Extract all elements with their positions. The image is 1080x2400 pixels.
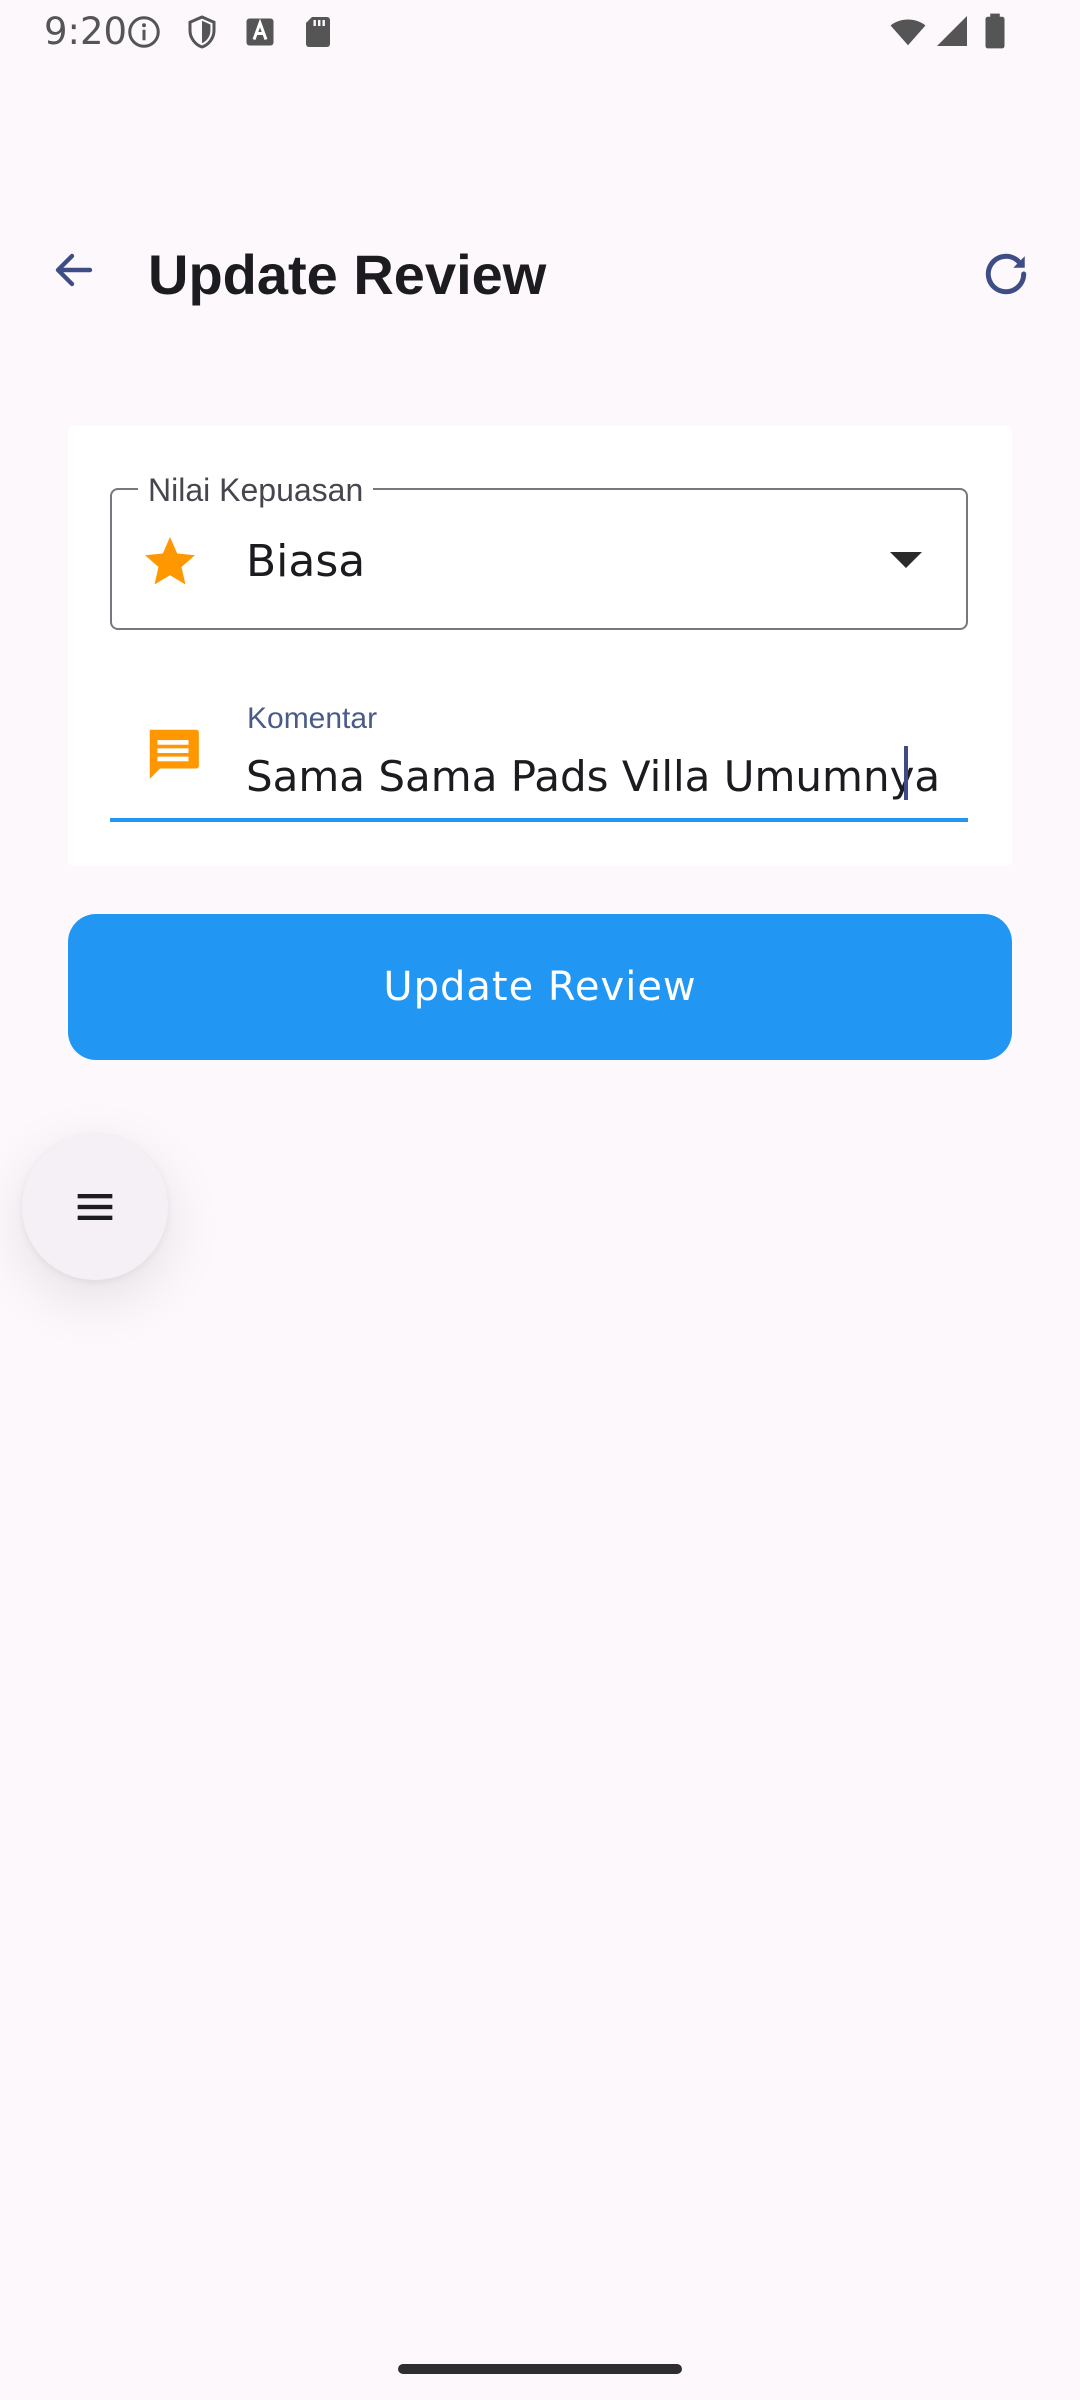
comment-underline bbox=[110, 818, 968, 822]
star-icon bbox=[145, 537, 195, 585]
back-button[interactable] bbox=[44, 240, 104, 300]
menu-icon bbox=[77, 1194, 113, 1220]
satisfaction-dropdown[interactable] bbox=[110, 488, 968, 630]
comment-icon bbox=[149, 729, 199, 779]
sd-card-icon bbox=[306, 17, 330, 47]
comment-input[interactable] bbox=[246, 746, 966, 806]
font-a-icon bbox=[246, 18, 274, 46]
comment-label: Komentar bbox=[247, 702, 378, 735]
refresh-button[interactable] bbox=[976, 244, 1036, 304]
text-cursor bbox=[904, 746, 908, 800]
signal-icon bbox=[937, 16, 967, 46]
info-icon bbox=[128, 16, 160, 48]
menu-fab[interactable] bbox=[22, 1134, 168, 1280]
dropdown-arrow-icon bbox=[890, 552, 922, 568]
arrow-back-icon bbox=[55, 253, 93, 287]
battery-icon bbox=[985, 13, 1005, 49]
satisfaction-label: Nilai Kepuasan bbox=[138, 472, 374, 509]
satisfaction-value: Biasa bbox=[246, 536, 366, 587]
wifi-icon bbox=[890, 19, 926, 46]
shield-icon bbox=[188, 15, 216, 49]
gesture-navigation-bar[interactable] bbox=[398, 2364, 682, 2374]
refresh-icon bbox=[985, 253, 1027, 295]
page-title: Update Review bbox=[148, 243, 547, 306]
update-review-button[interactable]: Update Review bbox=[68, 914, 1012, 1060]
status-time: 9:20 bbox=[44, 10, 128, 53]
